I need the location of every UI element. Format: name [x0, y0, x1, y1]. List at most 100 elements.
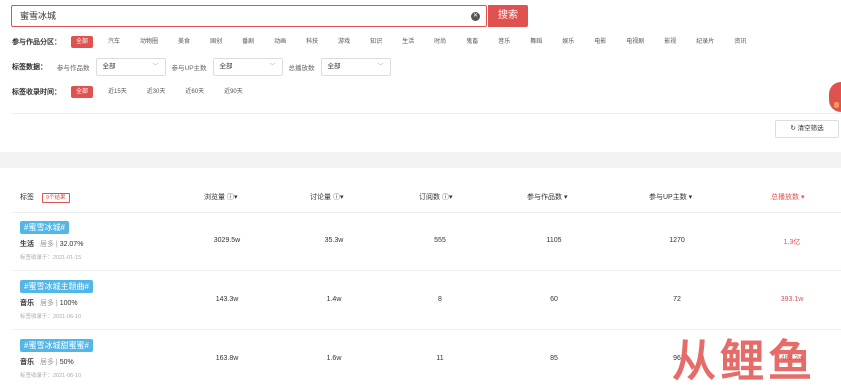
share-label: 居多: [39, 300, 54, 307]
subscriptions-cell: 555: [434, 237, 446, 244]
chevron-down-icon: ﹀: [152, 64, 159, 70]
share-label: 居多: [39, 241, 54, 248]
search-input[interactable]: [20, 10, 460, 20]
collected-date: 标签收录于：2021-06-10: [20, 314, 82, 320]
stat-plays-value: 全部: [327, 63, 341, 70]
plays-cell: 1.3亿: [783, 239, 801, 246]
stat-plays-select[interactable]: 全部 ﹀: [320, 58, 391, 76]
watermark-logo: 从鲤鱼: [672, 337, 816, 386]
share-value: 100%: [59, 300, 78, 307]
up-count-cell: 1270: [669, 237, 685, 244]
stat-plays-group: 总播放数 全部 ﹀: [289, 58, 391, 76]
category-name: 生活: [20, 241, 34, 248]
up-count-cell: 72: [673, 296, 681, 303]
stat-up-group: 参与UP主数 全部 ﹀: [172, 58, 283, 76]
views-cell: 3029.5w: [213, 237, 241, 244]
refresh-icon: ↻: [790, 125, 796, 132]
collected-date: 标签收录于：2021-06-10: [20, 373, 82, 379]
time-chip[interactable]: 近90天: [219, 86, 248, 98]
category-chip[interactable]: 科技: [301, 36, 323, 48]
category-chip[interactable]: 知识: [365, 36, 387, 48]
category-chip[interactable]: 电视剧: [621, 36, 649, 48]
stats-filter-row: 标签数据： 参与作品数 全部 ﹀ 参与UP主数 全部 ﹀ 总播放数 全部 ﹀: [12, 58, 397, 76]
category-chip[interactable]: 纪录片: [691, 36, 719, 48]
category-name: 音乐: [20, 359, 34, 366]
category-chip[interactable]: 游戏: [333, 36, 355, 48]
category-filter-label: 参与作品分区：: [12, 39, 61, 46]
category-chip-all[interactable]: 全部: [71, 36, 94, 48]
works-cell: 60: [550, 296, 558, 303]
subscriptions-cell: 8: [438, 296, 442, 303]
category-chip[interactable]: 电影: [589, 36, 611, 48]
collected-date: 标签收录于：2021-01-15: [20, 255, 82, 261]
search-box[interactable]: ✕: [11, 5, 487, 27]
time-filter-label: 标签收录时间：: [12, 89, 61, 96]
share-value: 32.07%: [59, 241, 84, 248]
category-chip[interactable]: 影视: [659, 36, 681, 48]
category-info: 音乐 居多 | 50%: [20, 359, 74, 366]
works-cell: 85: [550, 355, 558, 362]
stat-up-select[interactable]: 全部 ﹀: [212, 58, 283, 76]
discussions-cell: 1.6w: [326, 355, 342, 362]
plays-cell: 393.1w: [780, 296, 804, 303]
category-chip[interactable]: 生活: [397, 36, 419, 48]
category-chip[interactable]: 鬼畜: [461, 36, 483, 48]
category-chip[interactable]: 娱乐: [557, 36, 579, 48]
search-button[interactable]: 搜索: [488, 5, 528, 27]
table-row[interactable]: #蜜雪冰城主题曲# 音乐 居多 | 100% 标签收录于：2021-06-10 …: [12, 272, 841, 330]
col-plays[interactable]: 总播放数 ▾: [771, 192, 804, 202]
category-chip[interactable]: 美食: [173, 36, 195, 48]
stat-works-label: 参与作品数: [57, 65, 90, 72]
result-count-badge: 9个结果: [41, 193, 70, 203]
stat-plays-label: 总播放数: [288, 65, 315, 72]
clear-filters-button[interactable]: ↻ 清空筛选: [775, 120, 839, 138]
subscriptions-cell: 11: [436, 355, 444, 362]
filter-divider: [12, 113, 841, 114]
stat-works-select[interactable]: 全部 ﹀: [95, 58, 166, 76]
category-chip[interactable]: 汽车: [103, 36, 125, 48]
tag-pill[interactable]: #蜜雪冰城甜蜜蜜#: [20, 339, 93, 352]
time-chip-all[interactable]: 全部: [71, 86, 94, 98]
section-separator: [0, 152, 841, 168]
stat-up-value: 全部: [219, 63, 233, 70]
category-chip[interactable]: 音乐: [493, 36, 515, 48]
time-filter-row: 标签收录时间： 全部 近15天 近30天 近60天 近90天: [12, 85, 258, 99]
time-chip[interactable]: 近30天: [142, 86, 171, 98]
col-discussions[interactable]: 讨论量 ⓘ▾: [310, 192, 343, 202]
side-badge-dot: [834, 102, 840, 108]
col-subscriptions[interactable]: 订阅数 ⓘ▾: [419, 192, 452, 202]
category-chip[interactable]: 动画: [269, 36, 291, 48]
works-cell: 1105: [546, 237, 562, 244]
chevron-down-icon: ﹀: [377, 64, 384, 70]
category-chip[interactable]: 舞蹈: [525, 36, 547, 48]
clear-filters-label: 清空筛选: [797, 125, 824, 132]
stats-filter-label: 标签数据：: [12, 64, 47, 71]
table-row[interactable]: #蜜雪冰城# 生活 居多 | 32.07% 标签收录于：2021-01-15 3…: [12, 213, 841, 271]
discussions-cell: 35.3w: [324, 237, 344, 244]
category-filter-row: 参与作品分区： 全部 汽车 动物圈 美食 国创 番剧 动画 科技 游戏 知识 生…: [12, 35, 761, 49]
category-info: 生活 居多 | 32.07%: [20, 241, 84, 248]
category-chip[interactable]: 番剧: [237, 36, 259, 48]
clear-search-icon[interactable]: ✕: [471, 12, 480, 21]
col-up-count[interactable]: 参与UP主数 ▾: [649, 192, 692, 202]
side-float-button[interactable]: [829, 82, 841, 112]
time-chip[interactable]: 近15天: [103, 86, 132, 98]
category-chip[interactable]: 资讯: [729, 36, 751, 48]
category-chip[interactable]: 国创: [205, 36, 227, 48]
category-chip[interactable]: 时尚: [429, 36, 451, 48]
col-tag: 标签 9个结果: [20, 192, 70, 203]
tag-pill[interactable]: #蜜雪冰城#: [20, 221, 69, 234]
category-name: 音乐: [20, 300, 34, 307]
discussions-cell: 1.4w: [326, 296, 342, 303]
col-works[interactable]: 参与作品数 ▾: [527, 192, 567, 202]
category-info: 音乐 居多 | 100%: [20, 300, 78, 307]
col-views[interactable]: 浏览量 ⓘ▾: [204, 192, 237, 202]
share-value: 50%: [59, 359, 74, 366]
col-tag-label: 标签: [20, 194, 34, 201]
time-chip[interactable]: 近60天: [180, 86, 209, 98]
tag-pill[interactable]: #蜜雪冰城主题曲#: [20, 280, 93, 293]
views-cell: 163.8w: [215, 355, 239, 362]
category-chip[interactable]: 动物圈: [135, 36, 163, 48]
stat-works-value: 全部: [102, 63, 116, 70]
share-label: 居多: [39, 359, 54, 366]
